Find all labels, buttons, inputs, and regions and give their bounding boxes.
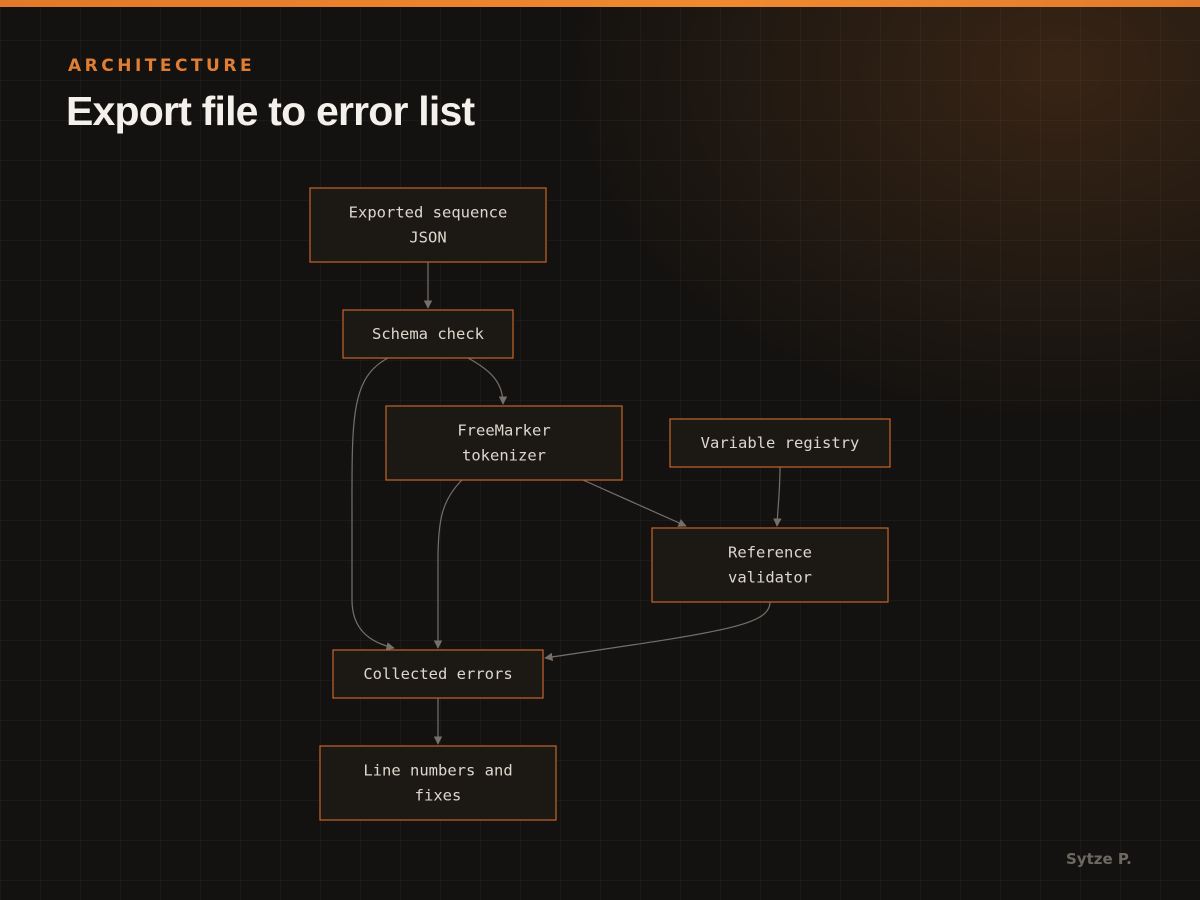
node-collected-errors: Collected errors xyxy=(332,649,544,699)
node-label-exported-json: JSON xyxy=(409,229,446,247)
node-box-freemarker-tokenizer xyxy=(385,405,623,481)
node-label-line-numbers-fixes: fixes xyxy=(415,787,462,805)
node-label-reference-validator: validator xyxy=(728,569,812,587)
node-label-schema-check: Schema check xyxy=(372,325,485,343)
node-schema-check: Schema check xyxy=(342,309,514,359)
architecture-flow-diagram: Exported sequence JSON Schema check FreeMar… xyxy=(309,187,891,821)
node-box-line-numbers-fixes xyxy=(319,745,557,821)
node-label-variable-registry: Variable registry xyxy=(701,434,860,452)
node-freemarker-tokenizer: FreeMarker tokenizer xyxy=(385,405,623,481)
edge-schema-check-to-freemarker-tokenizer xyxy=(467,357,508,405)
node-box-exported-json xyxy=(309,187,547,263)
node-label-freemarker-tokenizer: FreeMarker xyxy=(457,422,550,440)
node-line-numbers-fixes: Line numbers and fixes xyxy=(319,745,557,821)
author-credit: Sytze P. xyxy=(1066,850,1132,868)
edge-reference-validator-to-collected-errors xyxy=(544,601,771,662)
node-label-exported-json: Exported sequence xyxy=(349,204,508,222)
node-label-collected-errors: Collected errors xyxy=(363,665,512,683)
node-reference-validator: Reference validator xyxy=(651,527,889,603)
node-label-reference-validator: Reference xyxy=(728,544,812,562)
edge-schema-check-to-collected-errors xyxy=(351,357,395,651)
edge-freemarker-tokenizer-to-reference-validator xyxy=(582,479,687,527)
node-box-reference-validator xyxy=(651,527,889,603)
diagram-nodes: Exported sequence JSON Schema check FreeMar… xyxy=(309,187,891,821)
node-variable-registry: Variable registry xyxy=(669,418,891,468)
node-label-line-numbers-fixes: Line numbers and xyxy=(363,762,512,780)
node-label-freemarker-tokenizer: tokenizer xyxy=(462,447,546,465)
node-exported-json: Exported sequence JSON xyxy=(309,187,547,263)
edge-freemarker-tokenizer-to-collected-errors xyxy=(433,479,463,649)
edge-variable-registry-to-reference-validator xyxy=(773,466,782,527)
